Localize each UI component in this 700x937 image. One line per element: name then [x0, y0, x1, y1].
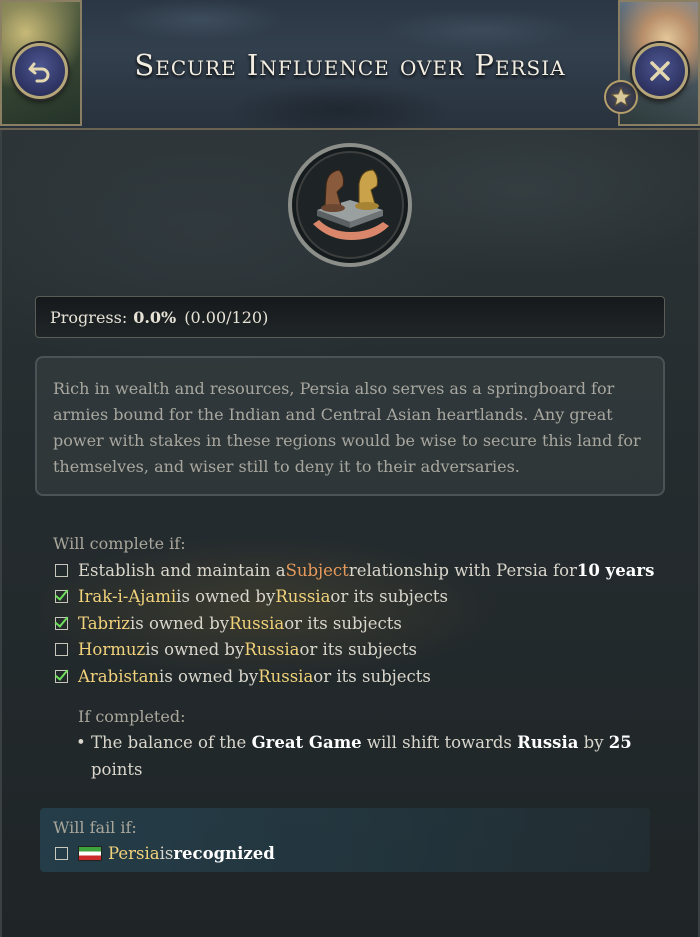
effect-text: The balance of the [90, 733, 252, 752]
condition-text: is [159, 844, 174, 863]
condition-text: is owned by [159, 667, 259, 686]
condition-text: Establish and maintain a [78, 561, 286, 580]
state-link[interactable]: Arabistan [78, 667, 159, 686]
country-link[interactable]: Russia [275, 587, 330, 606]
country-link[interactable]: Russia [258, 667, 313, 686]
condition-row: Irak-i-Ajami is owned by Russia or its s… [55, 587, 448, 606]
persia-flag-icon [78, 846, 102, 861]
condition-text: is owned by [145, 640, 245, 659]
condition-text: or its subjects [313, 667, 431, 686]
country-link[interactable]: Persia [108, 844, 160, 863]
state-link[interactable]: Tabriz [78, 614, 130, 633]
condition-text: or its subjects [284, 614, 402, 633]
condition-row: Arabistan is owned by Russia or its subj… [55, 667, 431, 686]
state-link[interactable]: Hormuz [78, 640, 145, 659]
progress-raw-value: (0.00/120) [184, 307, 269, 327]
description-text: Rich in wealth and resources, Persia als… [35, 356, 665, 496]
effect-text: will shift towards [361, 733, 518, 752]
condition-row: Tabriz is owned by Russia or its subject… [55, 614, 402, 633]
effect-points: 25 [608, 733, 632, 752]
condition-checkbox [55, 847, 68, 860]
will-complete-heading: Will complete if: [53, 534, 186, 553]
condition-text: relationship with Persia for [348, 561, 577, 580]
condition-checkbox [55, 617, 68, 630]
condition-checkbox [55, 670, 68, 683]
recognized-link[interactable]: recognized [173, 844, 274, 863]
progress-bar: Progress: 0.0% (0.00/120) [35, 296, 665, 338]
subject-link[interactable]: Subject [286, 561, 349, 580]
effect-line-continued: points [91, 760, 143, 779]
page-title: Secure Influence over Persia [134, 48, 566, 82]
panel-header: Secure Influence over Persia [0, 0, 700, 130]
country-link[interactable]: Russia [229, 614, 284, 633]
condition-checkbox [55, 590, 68, 603]
effect-line: • The balance of the Great Game will shi… [76, 733, 632, 752]
back-button[interactable] [12, 43, 68, 99]
star-icon [610, 86, 632, 107]
close-button[interactable] [632, 43, 688, 99]
fail-condition-row: Persia is recognized [55, 844, 275, 863]
condition-checkbox [55, 643, 68, 656]
great-game-link[interactable]: Great Game [252, 733, 362, 752]
chess-knights-in-hands-icon [288, 143, 412, 267]
progress-label: Progress: [50, 307, 128, 327]
favorite-button[interactable] [604, 80, 638, 114]
will-fail-heading: Will fail if: [53, 818, 137, 837]
progress-percent: 0.0% [133, 307, 177, 327]
condition-row: Establish and maintain a Subject relatio… [55, 561, 654, 580]
effect-text: by [578, 733, 609, 752]
close-x-icon [650, 61, 670, 81]
condition-text: or its subjects [299, 640, 417, 659]
if-completed-heading: If completed: [78, 707, 186, 726]
undo-arrow-icon [28, 62, 50, 83]
condition-duration: 10 years [576, 561, 655, 580]
condition-checkbox [55, 564, 68, 577]
bullet: • [76, 733, 86, 752]
condition-text: or its subjects [330, 587, 448, 606]
state-link[interactable]: Irak-i-Ajami [78, 587, 176, 606]
country-link[interactable]: Russia [517, 733, 578, 752]
condition-text: is owned by [176, 587, 276, 606]
condition-row: Hormuz is owned by Russia or its subject… [55, 640, 417, 659]
condition-text: is owned by [129, 614, 230, 633]
country-link[interactable]: Russia [244, 640, 299, 659]
